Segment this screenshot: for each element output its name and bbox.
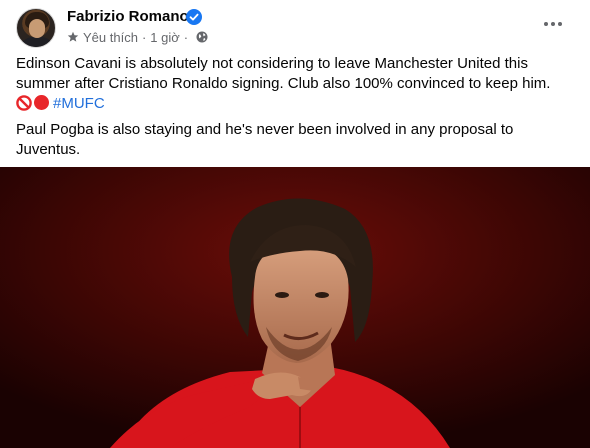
post-paragraph-2: Paul Pogba is also staying and he's neve… [16,121,514,158]
post-time[interactable]: 1 giờ [150,30,180,45]
more-horizontal-icon [544,22,548,26]
globe-icon [196,31,208,43]
author-avatar[interactable] [16,8,56,48]
post-meta: Yêu thích · 1 giờ · [67,29,208,45]
follow-label[interactable]: Yêu thích [83,30,138,45]
verified-badge-icon [186,9,202,25]
hashtag-link[interactable]: #MUFC [53,95,105,112]
post-header: Fabrizio Romano Yêu thích · 1 giờ · [0,0,590,52]
more-options-button[interactable] [537,12,569,36]
post-paragraph-1: Edinson Cavani is absolutely not conside… [16,54,576,114]
author-name[interactable]: Fabrizio Romano [67,8,189,25]
post-photo[interactable] [0,167,590,448]
star-icon [67,31,79,42]
meta-separator-2: · [183,29,189,45]
no-entry-emoji [16,95,32,111]
cavani-photo-illustration [0,167,590,448]
meta-separator: · [141,29,147,45]
post-paragraph-1-text: Edinson Cavani is absolutely not conside… [16,55,551,92]
red-circle-emoji [34,95,49,110]
